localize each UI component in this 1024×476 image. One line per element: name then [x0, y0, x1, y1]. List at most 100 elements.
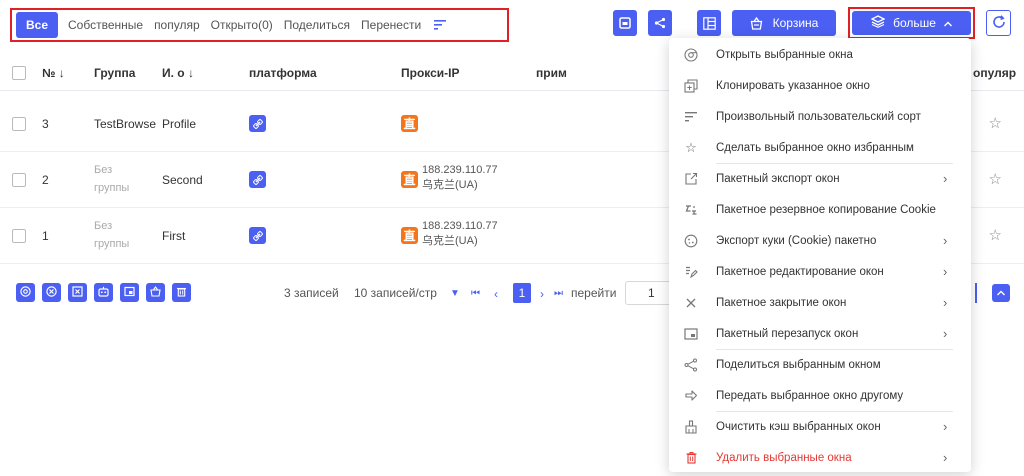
tab-transfer[interactable]: Перенести	[361, 18, 421, 32]
row-checkbox[interactable]	[12, 117, 26, 131]
goto-input[interactable]: 1	[625, 281, 675, 305]
bulk-actions	[16, 283, 191, 302]
select-all-checkbox[interactable]	[12, 66, 26, 80]
menu-open-windows[interactable]: Открыть выбранные окна	[669, 39, 971, 70]
menu-favorite-window[interactable]: ☆ Сделать выбранное окно избранным	[669, 132, 971, 163]
sort-icon	[683, 109, 699, 125]
save-window-button[interactable]	[613, 10, 637, 36]
menu-close-windows[interactable]: Пакетное закрытие окон ›	[669, 287, 971, 318]
refresh-icon	[992, 14, 1006, 32]
chevron-right-icon: ›	[943, 295, 948, 310]
star-icon[interactable]: ☆	[989, 226, 1002, 244]
sort-icon[interactable]	[434, 17, 447, 34]
chevron-right-icon: ›	[943, 233, 948, 248]
col-name[interactable]: И. о ↓	[162, 66, 194, 80]
trash-icon	[683, 450, 699, 466]
more-highlight: больше	[848, 7, 975, 39]
menu-custom-sort[interactable]: Произвольный пользовательский сорт	[669, 101, 971, 132]
row-group-line1: Без	[94, 220, 113, 232]
proxy-ip: 188.239.110.77	[422, 164, 498, 176]
chevron-right-icon: ›	[943, 171, 948, 186]
row-group-line2: группы	[94, 238, 130, 250]
proxy-region: 乌克兰(UA)	[422, 235, 478, 247]
row-checkbox[interactable]	[12, 173, 26, 187]
chrome-platform-icon	[249, 227, 266, 244]
menu-share-window[interactable]: Поделиться выбранным окном	[669, 349, 971, 380]
col-note: прим	[536, 66, 567, 80]
refresh-button[interactable]	[986, 10, 1011, 36]
page-current[interactable]: 1	[513, 283, 531, 303]
star-icon[interactable]: ☆	[989, 170, 1002, 188]
direct-proxy-badge: 直	[401, 171, 418, 188]
row-checkbox[interactable]	[12, 229, 26, 243]
records-count: 3 записей	[284, 286, 339, 300]
menu-clear-cache[interactable]: Очистить кэш выбранных окон ›	[669, 411, 971, 442]
close-box-button[interactable]	[68, 283, 87, 302]
menu-backup-cookie[interactable]: Пакетное резервное копирование Cookie	[669, 194, 971, 225]
chevron-right-icon: ›	[943, 450, 948, 465]
chevron-up-icon	[943, 16, 952, 30]
proxy-ip: 188.239.110.77	[422, 220, 498, 232]
star-icon: ☆	[685, 139, 697, 155]
chrome-icon	[20, 285, 31, 300]
per-page-select[interactable]: 10 записей/стр	[354, 286, 437, 300]
direct-proxy-badge: 直	[401, 227, 418, 244]
row-group-line2: группы	[94, 182, 130, 194]
prev-page-icon[interactable]: ‹	[494, 287, 498, 301]
trash-icon	[176, 286, 187, 300]
menu-edit-windows[interactable]: Пакетное редактирование окон ›	[669, 256, 971, 287]
window-button[interactable]	[120, 283, 139, 302]
restart-icon	[683, 326, 699, 342]
edit-icon	[683, 264, 699, 280]
open-windows-button[interactable]	[16, 283, 35, 302]
close-square-icon	[72, 285, 83, 300]
share-icon	[654, 17, 666, 29]
layers-icon	[870, 15, 886, 31]
clone-icon	[683, 78, 699, 94]
menu-export-windows[interactable]: Пакетный экспорт окон ›	[669, 163, 971, 194]
row-name: First	[162, 229, 186, 243]
columns-icon	[702, 16, 716, 30]
tab-all[interactable]: Все	[16, 12, 59, 38]
share-button[interactable]	[648, 10, 672, 36]
filter-tabs: Все Собственные популяр Открыто(0) Подел…	[10, 8, 509, 42]
menu-restart-windows[interactable]: Пакетный перезапуск окон ›	[669, 318, 971, 349]
trash-button[interactable]: Корзина	[732, 10, 836, 36]
menu-delete-windows[interactable]: Удалить выбранные окна ›	[669, 442, 971, 473]
tab-own[interactable]: Собственные	[68, 18, 143, 32]
chrome-platform-icon	[249, 171, 266, 188]
menu-transfer-window[interactable]: Передать выбранное окно другому	[669, 380, 971, 411]
row-no: 1	[42, 229, 49, 243]
broom-icon	[683, 419, 699, 435]
move-to-trash-button[interactable]	[146, 283, 165, 302]
last-page-icon[interactable]: ⏭	[554, 288, 563, 299]
menu-export-cookie[interactable]: Экспорт куки (Cookie) пакетно ›	[669, 225, 971, 256]
columns-button[interactable]	[697, 10, 721, 36]
bot-button[interactable]	[94, 283, 113, 302]
tab-opened[interactable]: Открыто(0)	[211, 18, 273, 32]
close-circle-icon	[46, 285, 57, 300]
proxy-region: 乌克兰(UA)	[422, 179, 478, 191]
col-no[interactable]: № ↓	[42, 66, 65, 80]
star-icon[interactable]: ☆	[989, 114, 1002, 132]
trash-basket-icon	[150, 285, 161, 300]
trash-button-label: Корзина	[772, 16, 819, 30]
transfer-icon	[683, 388, 699, 404]
col-popular: опуляр	[973, 66, 1017, 80]
col-group: Группа	[94, 66, 136, 80]
more-button[interactable]: больше	[852, 11, 971, 35]
col-platform: платформа	[249, 66, 317, 80]
export-icon	[683, 171, 699, 187]
close-windows-button[interactable]	[42, 283, 61, 302]
more-dropdown-menu: Открыть выбранные окна Клонировать указа…	[669, 38, 971, 472]
tab-popular[interactable]: популяр	[154, 18, 200, 32]
next-page-icon[interactable]: ›	[540, 287, 544, 301]
first-page-icon[interactable]: ⏮	[471, 288, 480, 299]
chevron-right-icon: ›	[943, 264, 948, 279]
tab-shared[interactable]: Поделиться	[284, 18, 350, 32]
menu-clone-window[interactable]: Клонировать указанное окно	[669, 70, 971, 101]
delete-button[interactable]	[172, 283, 191, 302]
chrome-icon	[683, 47, 699, 63]
row-name: Second	[162, 173, 203, 187]
scroll-up-button[interactable]	[992, 284, 1010, 302]
